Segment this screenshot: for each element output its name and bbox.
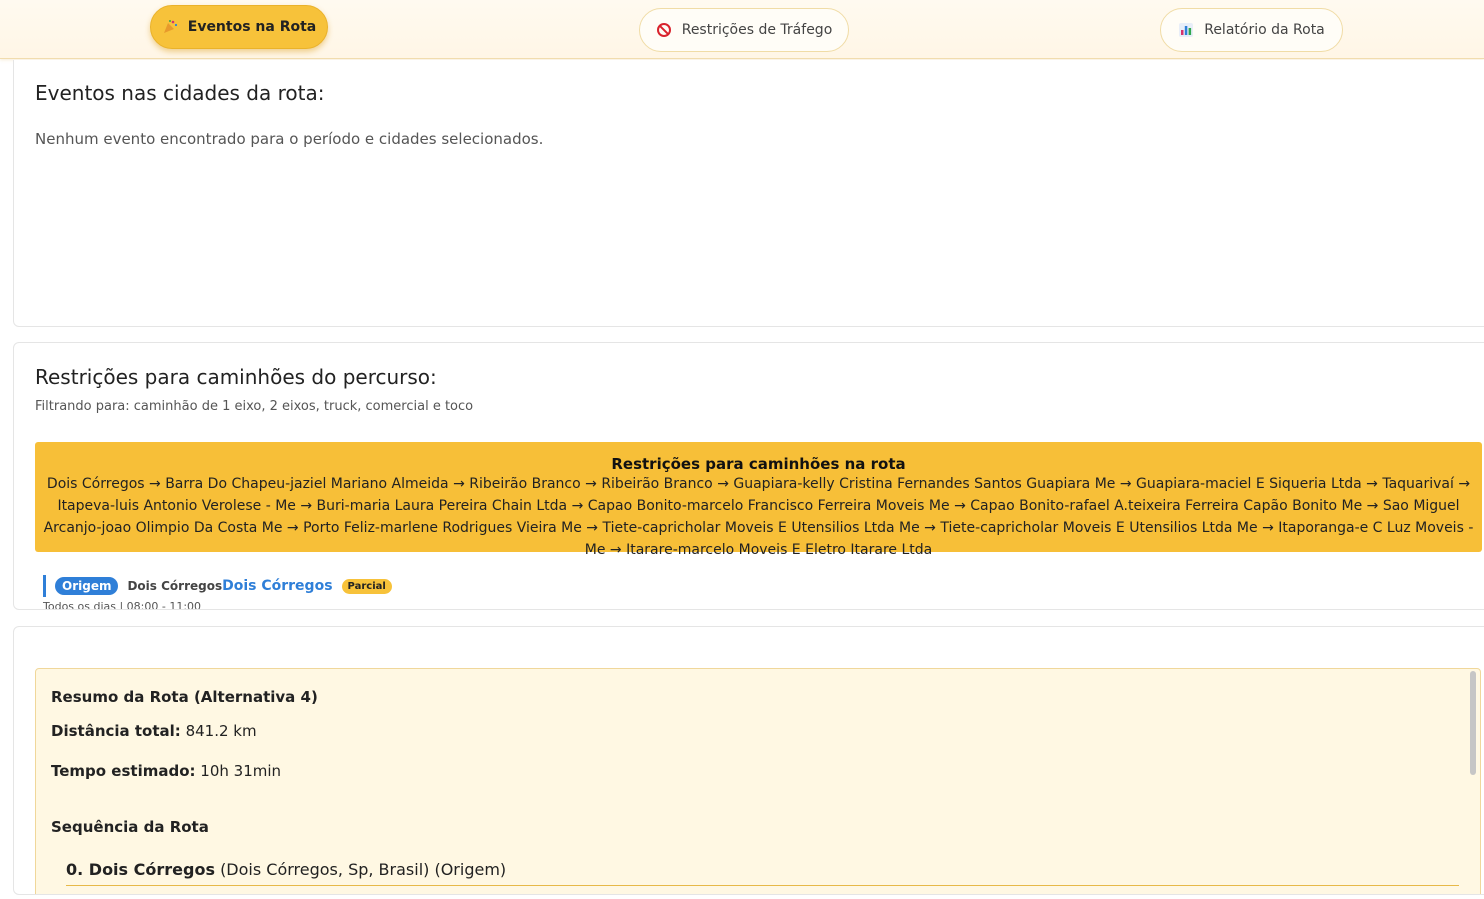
estimated-time-label: Tempo estimado: (51, 762, 196, 780)
restrictions-title: Restrições para caminhões do percurso: (35, 365, 437, 389)
tab-route-report[interactable]: Relatório da Rota (1160, 8, 1343, 52)
estimated-time-value: 10h 31min (200, 762, 282, 780)
route-step-detail: (Dois Córregos, Sp, Brasil) (Origem) (220, 860, 507, 879)
tab-route-report-label: Relatório da Rota (1204, 22, 1325, 38)
tab-traffic-restrictions-label: Restrições de Tráfego (681, 22, 833, 38)
total-distance-value: 841.2 km (185, 722, 257, 740)
origin-restriction-hours: Todos os dias | 08:00 - 11:00 (43, 600, 202, 610)
origin-restriction-row: Origem Dois Córregos Dois Córregos Parci… (43, 575, 392, 597)
restrictions-route-sequence: Dois Córregos → Barra Do Chapeu-jaziel M… (43, 476, 1474, 558)
restrictions-filter-text: Filtrando para: caminhão de 1 eixo, 2 ei… (35, 399, 474, 414)
restrictions-box-title: Restrições para caminhões na rota (611, 455, 906, 473)
origin-city-link[interactable]: Dois Córregos (222, 578, 332, 594)
origin-badge: Origem (55, 577, 119, 595)
route-tab-bar: Eventos na Rota Restrições de Tráfego Re… (0, 0, 1484, 59)
total-distance-label: Distância total: (51, 722, 181, 740)
events-title: Eventos nas cidades da rota: (35, 81, 325, 105)
tab-traffic-restrictions[interactable]: Restrições de Tráfego (639, 8, 849, 52)
total-distance: Distância total: 841.2 km (51, 722, 257, 740)
route-sequence-title: Sequência da Rota (51, 818, 209, 836)
route-step-item: 0. Dois Córregos (Dois Córregos, Sp, Bra… (66, 860, 1459, 886)
bar-chart-icon (1178, 22, 1194, 38)
status-badge: Parcial (341, 578, 392, 594)
party-popper-icon (162, 19, 178, 35)
origin-city-label: Dois Córregos (127, 579, 223, 593)
route-step-name: 0. Dois Córregos (66, 860, 215, 879)
prohibited-icon (656, 22, 672, 38)
route-summary-box[interactable]: Resumo da Rota (Alternativa 4) Distância… (35, 668, 1481, 894)
events-empty-message: Nenhum evento encontrado para o período … (35, 130, 544, 148)
events-card: Eventos nas cidades da rota: Nenhum even… (13, 60, 1484, 327)
route-summary-title: Resumo da Rota (Alternativa 4) (51, 688, 318, 706)
tab-events-label: Eventos na Rota (187, 19, 317, 35)
summary-scrollbar[interactable] (1470, 671, 1476, 775)
restrictions-card: Restrições para caminhões do percurso: F… (13, 342, 1484, 610)
estimated-time: Tempo estimado: 10h 31min (51, 762, 281, 780)
restrictions-route-box: Restrições para caminhões na rota Dois C… (35, 442, 1482, 558)
tab-events[interactable]: Eventos na Rota (150, 5, 328, 49)
report-card: Resumo da Rota (Alternativa 4) Distância… (13, 626, 1484, 895)
